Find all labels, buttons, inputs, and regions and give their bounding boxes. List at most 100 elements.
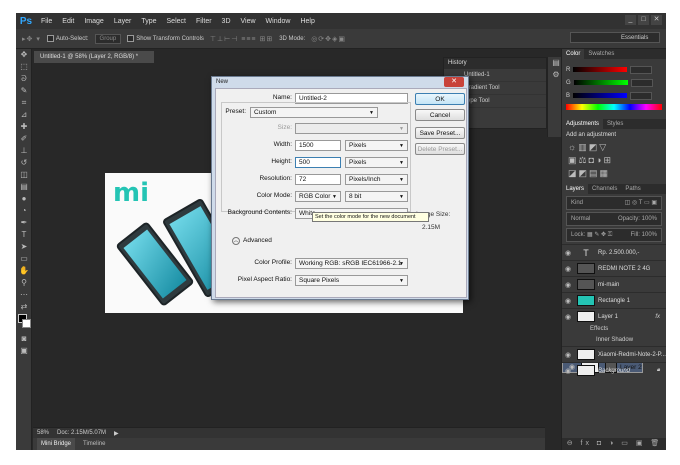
align-icons[interactable]: ⊤⊥⊢⊣ ≡≡≡ ⊞⊞ — [210, 35, 273, 43]
menu-filter[interactable]: Filter — [191, 18, 217, 25]
resolution-unit-dropdown[interactable]: Pixels/Inch ▼ — [345, 174, 408, 185]
size-dropdown[interactable]: ▼ — [295, 123, 408, 134]
history-brush-icon[interactable]: ↺ — [16, 157, 32, 169]
color-spectrum[interactable] — [566, 104, 662, 110]
menu-type[interactable]: Type — [136, 18, 161, 25]
width-input[interactable]: 1500 — [295, 140, 341, 151]
tab-adjustments[interactable]: Adjustments — [562, 119, 604, 129]
height-unit-dropdown[interactable]: Pixels ▼ — [345, 157, 408, 168]
bit-depth-dropdown[interactable]: 8 bit ▼ — [345, 191, 408, 202]
delete-preset-button[interactable]: Delete Preset... — [415, 143, 465, 155]
layer-row[interactable]: ◉ mi-main — [562, 276, 666, 292]
green-slider[interactable] — [573, 80, 628, 85]
aspect-ratio-dropdown[interactable]: Square Pixels ▼ — [295, 275, 408, 286]
layer-row[interactable]: ◉ Rectangle 1 — [562, 292, 666, 308]
tab-paths[interactable]: Paths — [621, 184, 644, 194]
inner-shadow-row[interactable]: Inner Shadow — [562, 335, 666, 346]
move-icon[interactable]: ✥ — [16, 49, 32, 61]
history-tab[interactable]: History — [444, 58, 546, 69]
blend-mode-dropdown[interactable]: Normal Opacity: 100% — [566, 212, 662, 226]
type-icon[interactable]: T — [16, 229, 32, 241]
doc-info[interactable]: Doc: 2.15M/5.07M — [57, 430, 106, 436]
tab-color[interactable]: Color — [562, 49, 585, 59]
adjustment-icons-row-1[interactable]: ☼▥◩▽ — [562, 141, 666, 154]
dodge-icon[interactable]: ◔ — [16, 205, 32, 217]
layer-row[interactable]: ◉ Layer 1 fx — [562, 308, 666, 324]
eraser-icon[interactable]: ◫ — [16, 169, 32, 181]
status-arrow-icon[interactable]: ▶ — [114, 430, 119, 437]
red-value[interactable] — [630, 65, 653, 74]
width-unit-dropdown[interactable]: Pixels ▼ — [345, 140, 408, 151]
red-slider[interactable] — [573, 67, 628, 72]
pen-icon[interactable]: ✒ — [16, 217, 32, 229]
tab-mini-bridge[interactable]: Mini Bridge — [37, 438, 76, 450]
tab-swatches[interactable]: Swatches — [584, 49, 618, 59]
auto-select-dropdown[interactable]: Group — [94, 33, 122, 44]
ok-button[interactable]: OK — [415, 93, 465, 105]
filter-icons[interactable]: ◫ ◎ T ▭ ▣ — [625, 197, 657, 209]
menu-file[interactable]: File — [36, 18, 57, 25]
eyedropper-icon[interactable]: ⊿ — [16, 109, 32, 121]
close-window-button[interactable]: ✕ — [651, 15, 662, 25]
document-tab[interactable]: Untitled-1 @ 58% (Layer 2, RGB/8) * — [34, 51, 154, 63]
menu-window[interactable]: Window — [261, 18, 296, 25]
cancel-button[interactable]: Cancel — [415, 109, 465, 121]
auto-select-checkbox[interactable] — [46, 34, 54, 42]
eye-icon[interactable]: ◉ — [562, 367, 574, 375]
lasso-icon[interactable]: ᘐ — [16, 73, 32, 85]
eye-icon[interactable]: ◉ — [562, 297, 574, 305]
save-preset-button[interactable]: Save Preset... — [415, 127, 465, 139]
fill-value[interactable]: 100% — [642, 232, 657, 238]
layer-row[interactable]: ◉ REDMI NOTE 2 4G — [562, 260, 666, 276]
menu-select[interactable]: Select — [162, 18, 191, 25]
opacity-value[interactable]: 100% — [642, 216, 657, 222]
dialog-close-button[interactable]: ✕ — [444, 77, 464, 87]
resolution-input[interactable]: 72 — [295, 174, 341, 185]
preset-dropdown[interactable]: Custom ▼ — [250, 107, 378, 118]
stamp-icon[interactable]: ⊥ — [16, 145, 32, 157]
eye-icon[interactable]: ◉ — [562, 351, 574, 359]
color-profile-dropdown[interactable]: Working RGB: sRGB IEC61966-2.1 ▼ — [295, 258, 408, 269]
layer-row[interactable]: ◉ T Rp. 2.500.000,- — [562, 244, 666, 260]
foreground-background-colors[interactable] — [16, 313, 31, 333]
crop-icon[interactable]: ⌗ — [16, 97, 32, 109]
blue-slider[interactable] — [573, 93, 628, 98]
workspace-dropdown[interactable]: Essentials — [570, 32, 660, 43]
tab-channels[interactable]: Channels — [588, 184, 621, 194]
brush-icon[interactable]: ✐ — [16, 133, 32, 145]
quick-select-icon[interactable]: ✎ — [16, 85, 32, 97]
healing-icon[interactable]: ✚ — [16, 121, 32, 133]
zoom-icon[interactable]: ⚲ — [16, 277, 32, 289]
eye-icon[interactable]: ◉ — [562, 281, 574, 289]
screen-mode-icon[interactable]: ▣ — [16, 345, 32, 357]
quick-mask-icon[interactable]: ◙ — [16, 333, 32, 345]
minimize-button[interactable]: _ — [625, 15, 636, 25]
tab-styles[interactable]: Styles — [603, 119, 627, 129]
menu-3d[interactable]: 3D — [217, 18, 236, 25]
tab-layers[interactable]: Layers — [562, 184, 589, 194]
menu-layer[interactable]: Layer — [109, 18, 137, 25]
show-transform-checkbox[interactable] — [127, 34, 135, 42]
advanced-toggle[interactable]: ︿ Advanced — [232, 237, 272, 245]
zoom-level[interactable]: 58% — [37, 430, 49, 436]
menu-help[interactable]: Help — [295, 18, 319, 25]
layer-filter[interactable]: Kind ◫ ◎ T ▭ ▣ — [566, 196, 662, 210]
green-value[interactable] — [630, 78, 653, 87]
eye-icon[interactable]: ◉ — [562, 313, 574, 321]
adjustment-icons-row-2[interactable]: ▣⚖◘◑⊞ — [562, 154, 666, 167]
blue-value[interactable] — [630, 91, 653, 100]
color-mode-dropdown[interactable]: RGB Color ▼ — [295, 191, 341, 202]
layer-footer-icons[interactable]: ⊖ fx ◘ ◑ ▭ ▣ 🗑︎ — [562, 438, 666, 450]
menu-view[interactable]: View — [236, 18, 261, 25]
marquee-icon[interactable]: ⬚ — [16, 61, 32, 73]
eye-icon[interactable]: ◉ — [562, 265, 574, 273]
hand-icon[interactable]: ✋ — [16, 265, 32, 277]
fx-icon[interactable]: fx — [655, 314, 660, 320]
eye-icon[interactable]: ◉ — [562, 249, 574, 257]
layer-row[interactable]: ◉ Xiaomi-Redmi-Note-2-P... — [562, 346, 666, 362]
3d-mode-icons[interactable]: ◎⟳✥◈▣ — [311, 35, 346, 43]
gradient-icon[interactable]: ▤ — [16, 181, 32, 193]
menu-image[interactable]: Image — [79, 18, 108, 25]
more-tools-icon[interactable]: ⋯ — [16, 289, 32, 301]
effects-row[interactable]: Effects — [562, 324, 666, 335]
